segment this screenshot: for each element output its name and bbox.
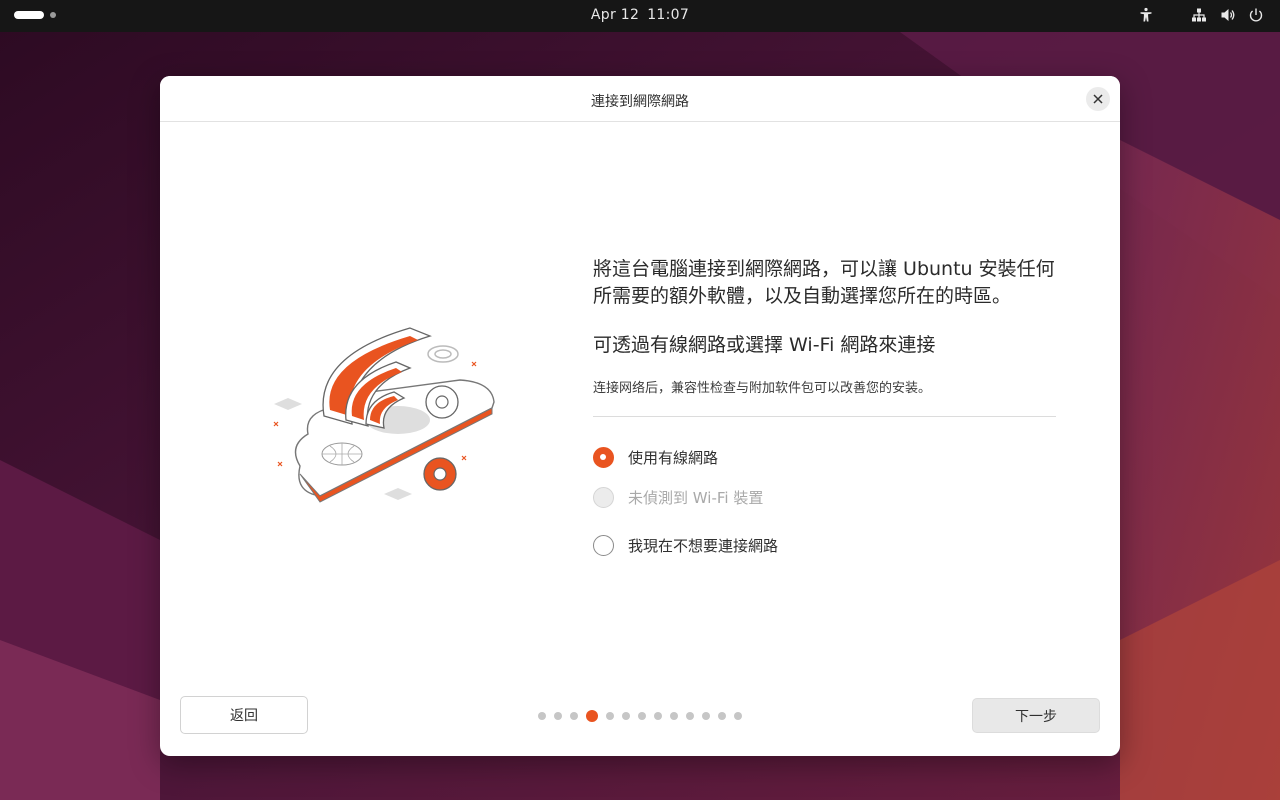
option-label: 使用有線網路: [628, 448, 719, 467]
intro-text: 將這台電腦連接到網際網路，可以讓 Ubuntu 安裝任何所需要的額外軟體，以及自…: [593, 258, 1055, 307]
step-dot: [554, 712, 562, 720]
step-dot: [638, 712, 646, 720]
step-dot: [734, 712, 742, 720]
note-text: 连接网络后，兼容性检查与附加软件包可以改善您的安装。: [593, 377, 1056, 417]
clock[interactable]: Apr 12 11:07: [0, 7, 1280, 23]
dialog-header: 連接到網際網路: [160, 76, 1120, 122]
volume-icon[interactable]: [1220, 7, 1236, 25]
connection-options: 使用有線網路 未偵測到 Wi-Fi 裝置 我現在不想要連接網路: [593, 437, 1056, 565]
power-icon[interactable]: [1248, 7, 1264, 25]
step-dot: [654, 712, 662, 720]
step-dot: [718, 712, 726, 720]
step-dot: [686, 712, 694, 720]
top-bar: Apr 12 11:07: [0, 0, 1280, 32]
close-icon: [1093, 94, 1103, 104]
internet-connection-illustration: [273, 327, 495, 503]
option-no-connection[interactable]: 我現在不想要連接網路: [593, 525, 1056, 565]
step-dot: [702, 712, 710, 720]
option-wifi-network: 未偵測到 Wi-Fi 裝置: [593, 477, 1056, 517]
accessibility-icon[interactable]: [1138, 7, 1154, 25]
clock-date: Apr 12: [590, 7, 640, 23]
step-dot: [670, 712, 678, 720]
instruction-text: 可透過有線網路或選擇 Wi-Fi 網路來連接: [593, 334, 936, 356]
installer-dialog: 連接到網際網路 將這台電腦連接到網際網路，可以讓 Ubuntu 安裝任何所需要的…: [160, 76, 1120, 756]
radio-button-checked[interactable]: [593, 446, 614, 468]
close-button[interactable]: [1086, 87, 1110, 111]
option-label: 我現在不想要連接網路: [628, 536, 779, 555]
dialog-title: 連接到網際網路: [591, 94, 689, 110]
step-dot: [570, 712, 578, 720]
radio-button-disabled: [593, 486, 614, 508]
radio-button[interactable]: [593, 534, 614, 556]
network-wired-icon[interactable]: [1191, 7, 1207, 25]
clock-time: 11:07: [647, 7, 690, 23]
option-label: 未偵測到 Wi-Fi 裝置: [628, 488, 764, 507]
step-dot: [606, 712, 614, 720]
step-dot: [538, 712, 546, 720]
option-wired-network[interactable]: 使用有線網路: [593, 437, 1056, 477]
next-button[interactable]: 下一步: [972, 698, 1100, 733]
connection-content: 將這台電腦連接到網際網路，可以讓 Ubuntu 安裝任何所需要的額外軟體，以及自…: [593, 256, 1056, 565]
step-dot-current: [586, 710, 598, 722]
step-dot: [622, 712, 630, 720]
